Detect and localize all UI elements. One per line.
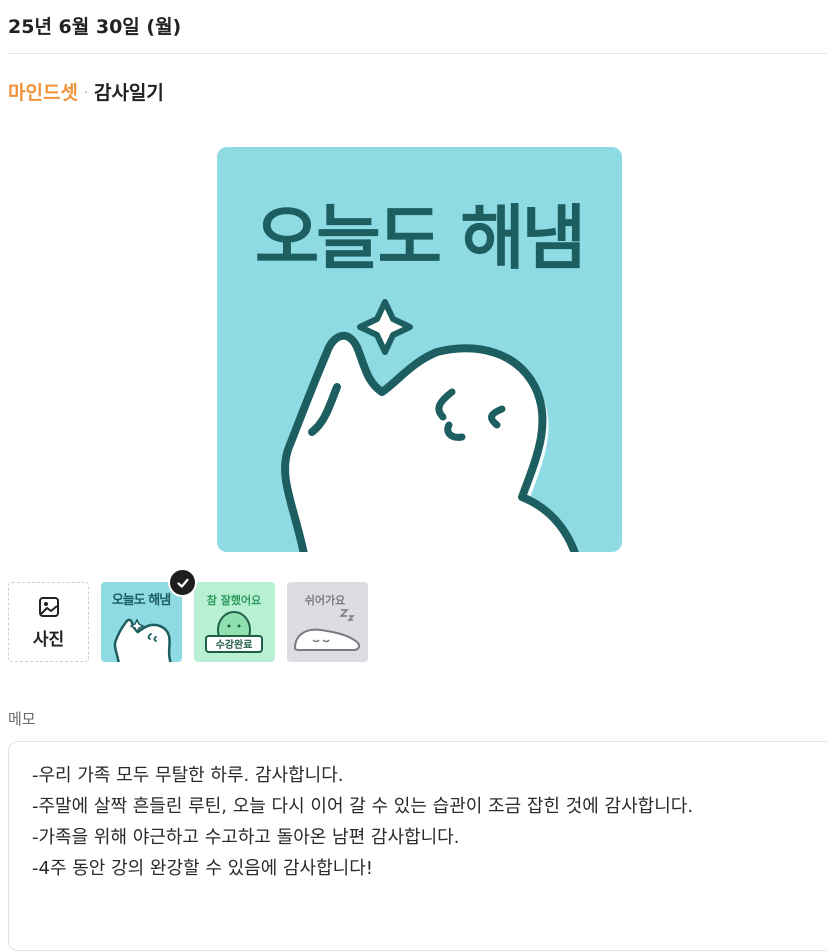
- character-body: [281, 331, 579, 552]
- memo-textarea[interactable]: -우리 가족 모두 무탈한 하루. 감사합니다. -주말에 살짝 흔들린 루틴,…: [8, 741, 827, 951]
- memo-line: -가족을 위해 야근하고 수고하고 돌아온 남편 감사합니다.: [32, 827, 460, 848]
- selected-sticker-image: 오늘도 해냄: [217, 147, 622, 552]
- check-icon: [176, 578, 189, 588]
- memo-line: -우리 가족 모두 무탈한 하루. 감사합니다.: [32, 765, 344, 786]
- svg-text:참 잘했어요: 참 잘했어요: [207, 593, 261, 607]
- sticker-title: 오늘도 해냄: [255, 197, 583, 279]
- sparkle-icon: [357, 299, 413, 355]
- sticker-thumb-oneuldo-haenaem[interactable]: 오늘도 해냄: [101, 582, 182, 662]
- breadcrumb-brand[interactable]: 마인드셋: [8, 82, 78, 104]
- memo-line: -4주 동안 강의 완강할 수 있음에 감사합니다!: [32, 858, 374, 879]
- breadcrumb-category[interactable]: 감사일기: [94, 82, 164, 104]
- breadcrumb-separator: ·: [82, 82, 89, 104]
- sticker-thumb-class-complete[interactable]: 참 잘했어요 수강완료: [194, 582, 275, 662]
- svg-text:오늘도 해냄: 오늘도 해냄: [112, 592, 170, 608]
- resting-sticker-icon: 쉬어가요: [293, 593, 361, 651]
- sticker-illustration: 오늘도 해냄: [255, 197, 586, 552]
- image-icon: [38, 596, 59, 617]
- memo-line: -주말에 살짝 흔들린 루틴, 오늘 다시 이어 갈 수 있는 습관이 조금 잡…: [32, 796, 694, 817]
- header-divider: [8, 53, 827, 54]
- selected-check-badge: [168, 568, 197, 597]
- svg-text:쉬어가요: 쉬어가요: [305, 593, 345, 607]
- diary-date: 25년 6월 30일 (월): [8, 16, 182, 38]
- memo-label: 메모: [8, 710, 36, 728]
- svg-text:수강완료: 수강완료: [216, 638, 253, 651]
- sticker-thumb-resting[interactable]: 쉬어가요: [287, 582, 368, 662]
- class-complete-sticker-icon: 참 잘했어요 수강완료: [205, 593, 263, 653]
- add-photo-label: 사진: [32, 629, 65, 650]
- breadcrumb: 마인드셋 · 감사일기: [8, 78, 164, 105]
- oneuldo-haenaem-sticker-icon: 오늘도 해냄: [112, 592, 172, 662]
- add-photo-button[interactable]: 사진: [8, 582, 89, 662]
